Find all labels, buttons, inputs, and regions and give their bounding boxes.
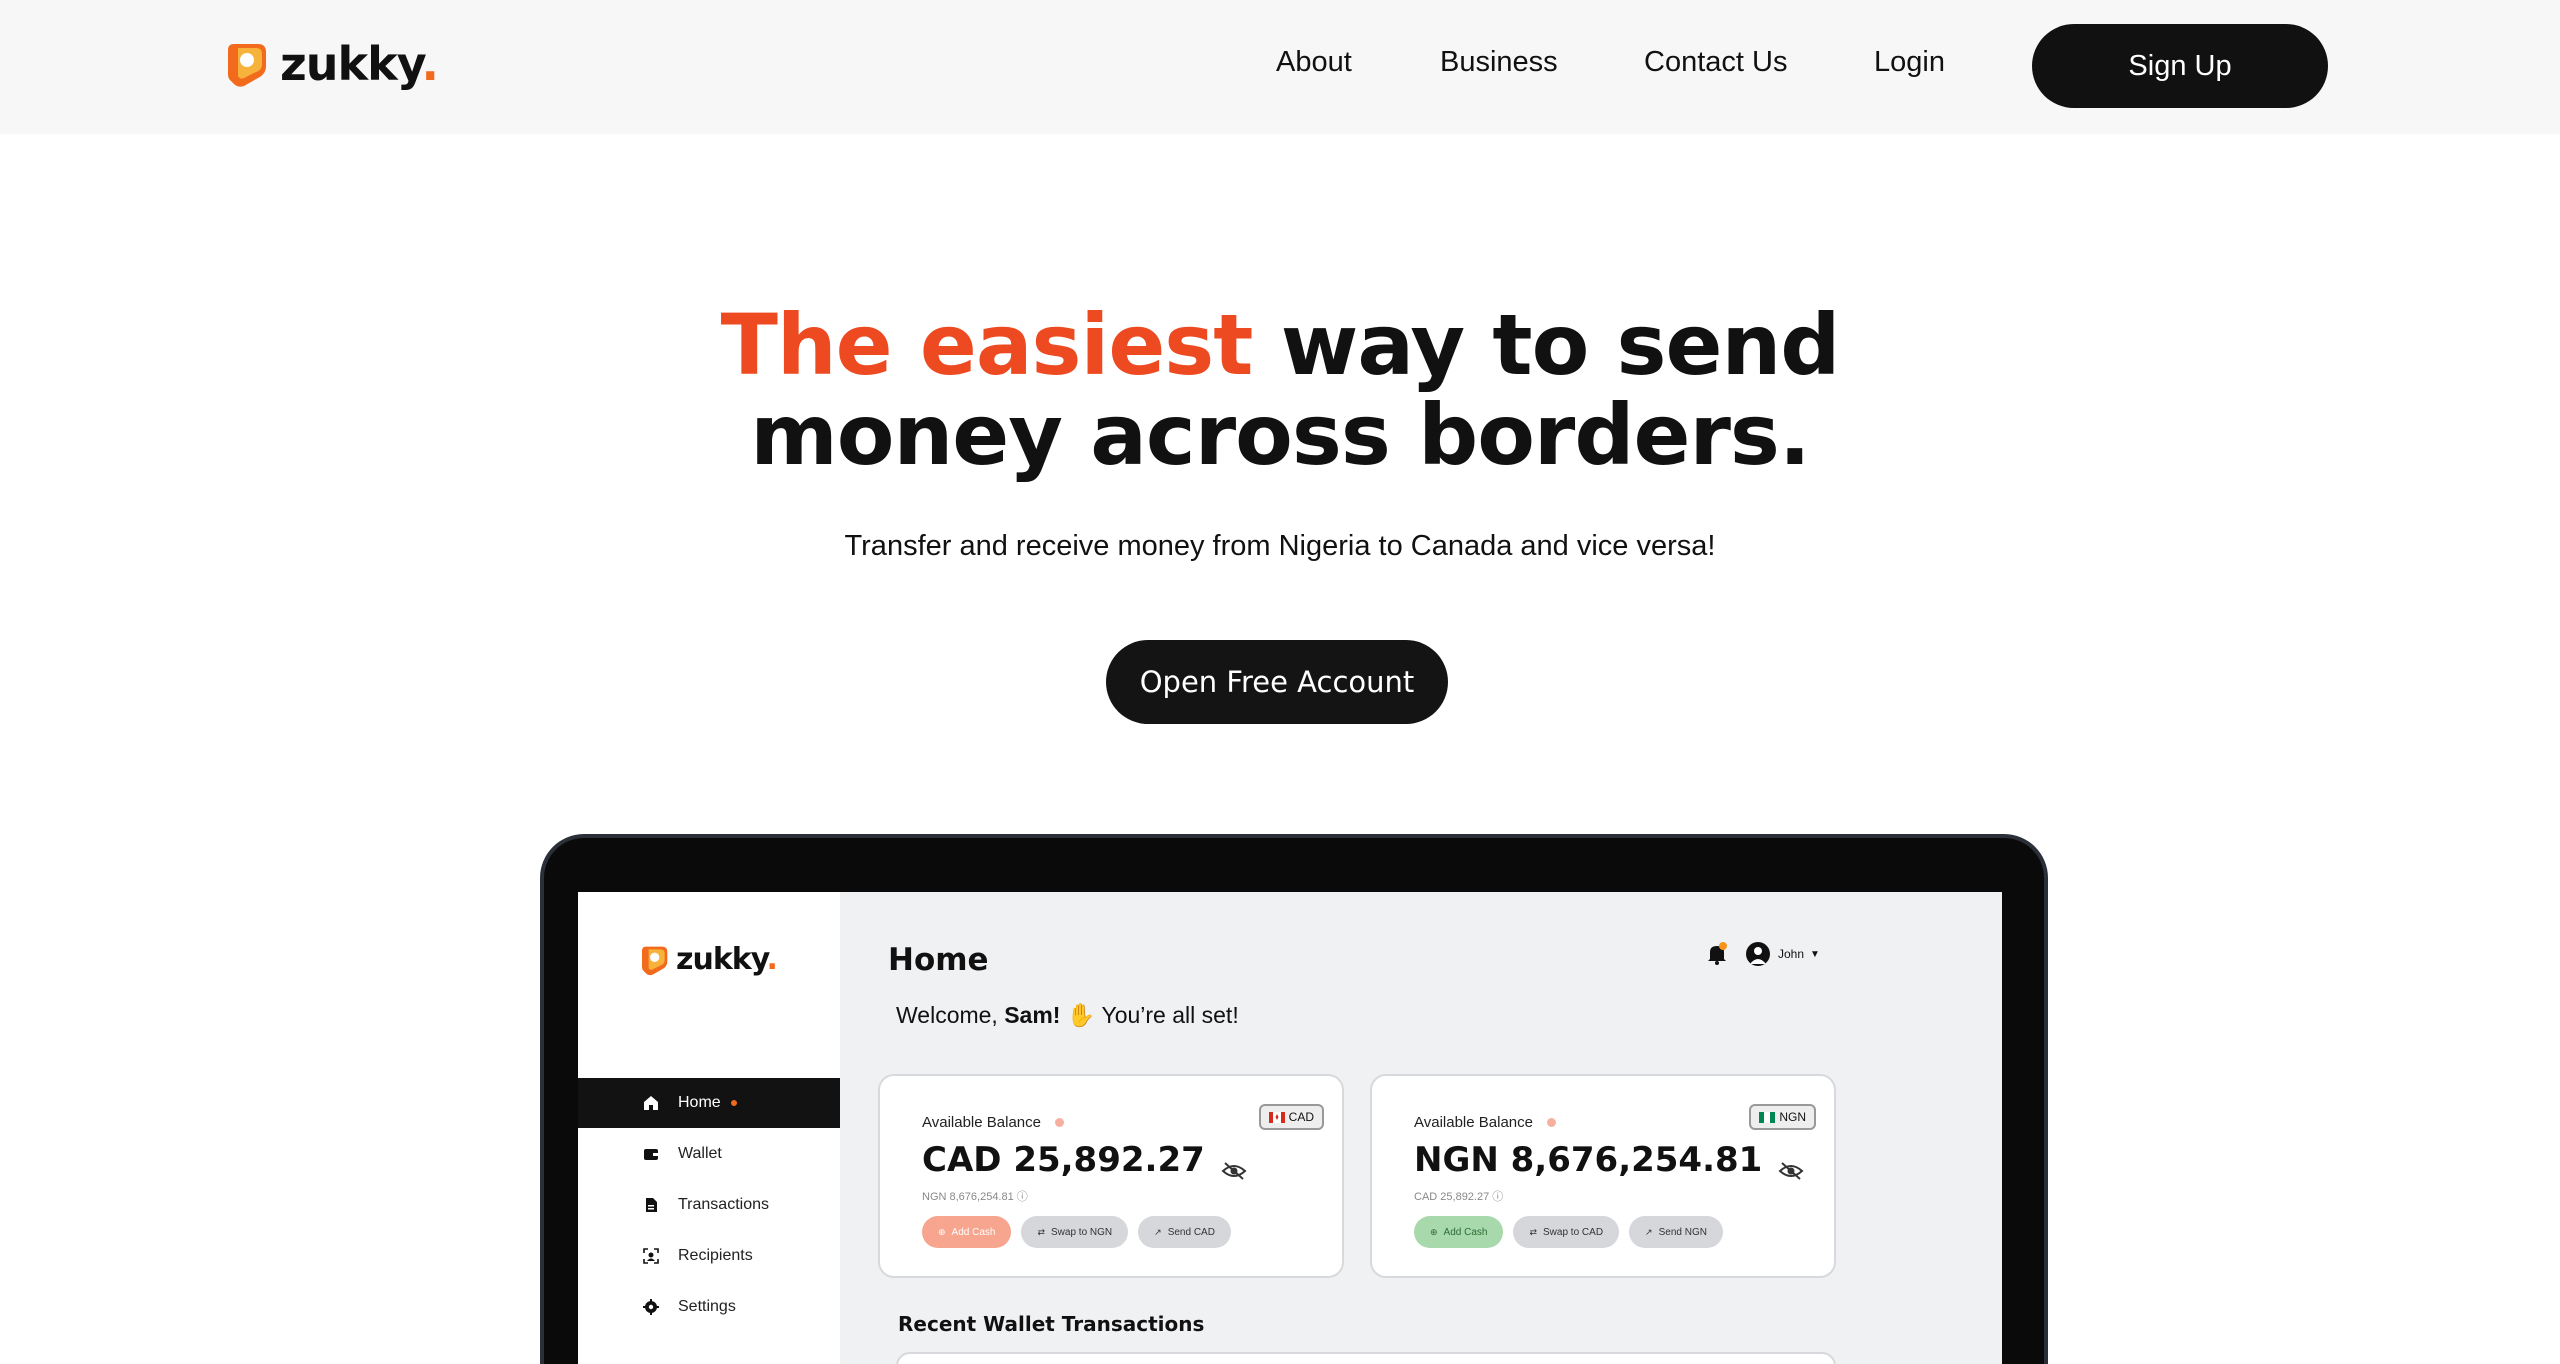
wallet-icon (642, 1145, 660, 1163)
recent-transactions-title: Recent Wallet Transactions (898, 1312, 1205, 1336)
nigeria-flag-icon (1759, 1111, 1776, 1123)
hero-title-line2: money across borders. (750, 386, 1811, 484)
swap-button[interactable]: ⇄ Swap to NGN (1021, 1216, 1129, 1248)
balance-amount: CAD 25,892.27 (922, 1140, 1247, 1180)
info-dot-icon (1054, 1118, 1064, 1127)
add-cash-button[interactable]: ⊕ Add Cash (922, 1216, 1012, 1248)
sidebar-item-home[interactable]: Home (578, 1078, 840, 1128)
document-icon (642, 1196, 660, 1214)
sidebar-item-label: Wallet (678, 1145, 722, 1162)
swap-button[interactable]: ⇄ Swap to CAD (1513, 1216, 1620, 1248)
user-menu[interactable]: John ▼ (1746, 942, 1820, 966)
sidebar-item-recipients[interactable]: Recipients (578, 1231, 840, 1281)
info-icon: ⓘ (1016, 1191, 1028, 1203)
swap-icon: ⇄ (1529, 1226, 1538, 1237)
user-name: John (1778, 947, 1805, 961)
send-button[interactable]: ↗ Send CAD (1138, 1216, 1231, 1248)
eye-off-icon[interactable] (1221, 1150, 1247, 1180)
hero-title-rest: way to send (1252, 296, 1841, 394)
app-page-title: Home (888, 942, 989, 978)
wave-hand-icon: ✋ (1066, 1002, 1096, 1028)
info-icon: ⓘ (1492, 1191, 1504, 1203)
canada-flag-icon (1268, 1111, 1285, 1123)
converted-amount: NGN 8,676,254.81 ⓘ (922, 1191, 1028, 1203)
sidebar-item-label: Transactions (678, 1196, 769, 1213)
plus-icon: ⊕ (938, 1226, 946, 1237)
balance-label: Available Balance (1414, 1114, 1556, 1131)
brand-name: zukky. (280, 37, 439, 91)
bell-icon[interactable] (1706, 942, 1728, 966)
swap-icon: ⇄ (1037, 1226, 1046, 1237)
hero-title: The easiest way to send money across bor… (0, 300, 2560, 480)
welcome-message: Welcome, Sam! ✋ You’re all set! (896, 1002, 1239, 1028)
logo-pin-icon (642, 946, 668, 976)
sidebar-item-label: Recipients (678, 1247, 753, 1264)
app-brand-logo: zukky. (638, 942, 778, 977)
converted-amount: CAD 25,892.27 ⓘ (1414, 1191, 1504, 1203)
app-brand-name: zukky. (676, 942, 778, 977)
home-icon (642, 1094, 660, 1112)
balance-card-cad: Available Balance CAD CAD 25,892.27 NGN … (878, 1074, 1344, 1278)
logo-pin-icon (222, 40, 270, 88)
hero-title-accent: The easiest (720, 296, 1254, 394)
chevron-down-icon: ▼ (1810, 948, 1820, 960)
sidebar-item-label: Home (678, 1094, 721, 1111)
sidebar-item-label: Settings (678, 1298, 736, 1315)
welcome-name: Sam! (1004, 1002, 1061, 1028)
send-button[interactable]: ↗ Send NGN (1629, 1216, 1723, 1248)
add-cash-button[interactable]: ⊕ Add Cash (1414, 1216, 1504, 1248)
app-header-actions: John ▼ (1706, 942, 1820, 966)
eye-off-icon[interactable] (1778, 1150, 1804, 1180)
app-screen-preview: zukky. Home Wallet Transactions Recipien… (578, 892, 2002, 1364)
top-nav: zukky. About Business Contact Us Login S… (0, 0, 2560, 134)
nav-about-link[interactable]: About (1276, 46, 1352, 79)
info-dot-icon (1546, 1118, 1556, 1127)
send-icon: ↗ (1154, 1226, 1162, 1237)
sidebar-item-settings[interactable]: Settings (578, 1282, 840, 1332)
gear-icon (642, 1298, 660, 1316)
nav-login-link[interactable]: Login (1874, 46, 1945, 79)
balance-card-ngn: Available Balance NGN NGN 8,676,254.81 C… (1370, 1074, 1836, 1278)
sidebar-item-transactions[interactable]: Transactions (578, 1180, 840, 1230)
avatar (1746, 942, 1770, 966)
sidebar-item-wallet[interactable]: Wallet (578, 1129, 840, 1179)
brand-logo[interactable]: zukky. (222, 37, 439, 91)
balance-amount: NGN 8,676,254.81 (1414, 1140, 1804, 1180)
currency-badge[interactable]: CAD (1258, 1104, 1324, 1130)
transactions-table (896, 1352, 1836, 1364)
signup-button[interactable]: Sign Up (2032, 24, 2328, 108)
app-sidebar: zukky. Home Wallet Transactions Recipien… (578, 892, 840, 1364)
nav-contact-link[interactable]: Contact Us (1644, 46, 1787, 79)
active-indicator-dot (730, 1100, 737, 1106)
send-icon: ↗ (1645, 1226, 1653, 1237)
plus-icon: ⊕ (1430, 1226, 1438, 1237)
hero-subtitle: Transfer and receive money from Nigeria … (844, 530, 1716, 562)
nav-business-link[interactable]: Business (1440, 46, 1558, 79)
balance-label: Available Balance (922, 1114, 1064, 1131)
open-account-button[interactable]: Open Free Account (1106, 640, 1448, 724)
recipients-icon (642, 1247, 660, 1265)
currency-badge[interactable]: NGN (1749, 1104, 1816, 1130)
